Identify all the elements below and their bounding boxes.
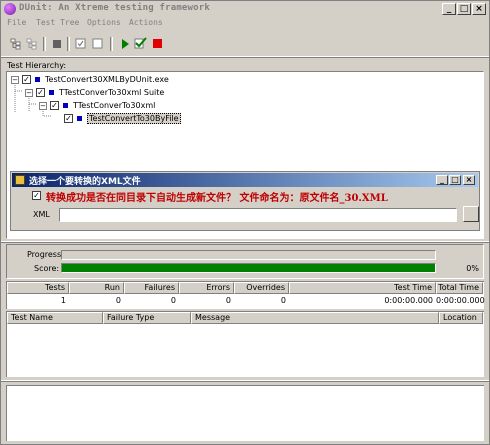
stop-icon[interactable] [151, 37, 164, 50]
stats-value-total-time: 0:00:00.000 [436, 296, 485, 305]
test-node-icon [77, 116, 82, 121]
xml-label: XML [33, 210, 50, 219]
collapse-expander-icon[interactable]: − [39, 101, 47, 110]
tree-node-label: TTestConverTo30xml [73, 101, 156, 110]
score-label: Score: [34, 264, 60, 273]
tree-node-label: TTestConverTo30xml Suite [59, 88, 165, 97]
failure-list[interactable]: Test Name Failure Type Message Location [6, 311, 484, 377]
toolbar-separator [67, 37, 70, 51]
run-icon[interactable] [118, 37, 131, 50]
tree-checkbox[interactable]: ✓ [64, 114, 73, 123]
tree-node-label: TestConvert30XMLByDUnit.exe [45, 75, 169, 84]
progress-label: Progress: [27, 250, 64, 259]
menu-options[interactable]: Options [87, 18, 121, 27]
error-details-panel[interactable] [6, 385, 484, 441]
stats-value-test-time: 0:00:00.000 [384, 296, 433, 305]
stats-header-tests[interactable]: Tests [7, 282, 69, 294]
stats-table: Tests Run Failures Errors Overrides Test… [6, 281, 485, 309]
stats-value-errors: 0 [225, 296, 231, 305]
stats-value-run: 0 [115, 296, 121, 305]
stats-value-overrides: 0 [280, 296, 286, 305]
generate-new-file-checkbox[interactable]: ✓ [32, 191, 41, 200]
test-node-icon [63, 103, 68, 108]
tree-node-class[interactable]: − ✓ TTestConverTo30xml [39, 100, 155, 111]
collapse-expander-icon[interactable]: − [25, 88, 33, 97]
tree-checkbox[interactable]: ✓ [22, 75, 31, 84]
run-selected-icon[interactable] [134, 37, 147, 50]
tree-node-suite[interactable]: − ✓ TTestConverTo30xml Suite [25, 87, 164, 98]
splitter[interactable] [1, 241, 489, 243]
stats-value-failures: 0 [170, 296, 176, 305]
dialog-lock-icon [15, 175, 25, 185]
title-bar[interactable]: DUnit: An Xtreme testing framework _ □ × [1, 1, 489, 17]
toolbar [3, 34, 487, 54]
stats-header-test-time[interactable]: Test Time [289, 282, 436, 294]
collapse-expander-icon[interactable]: − [11, 75, 19, 84]
menu-test-tree[interactable]: Test Tree [36, 18, 79, 27]
stats-header-total-time[interactable]: Total Time [436, 282, 483, 294]
stats-value-tests: 1 [60, 296, 66, 305]
score-percent: 0% [466, 264, 479, 273]
dialog-maximize-button[interactable]: □ [449, 175, 461, 185]
toolbar-separator [110, 37, 113, 51]
stats-header-failures[interactable]: Failures [124, 282, 179, 294]
dialog-close-button[interactable]: × [463, 175, 475, 185]
failure-header-test-name[interactable]: Test Name [7, 312, 103, 324]
tree-checkbox[interactable]: ✓ [50, 101, 59, 110]
minimize-button[interactable]: _ [442, 3, 456, 15]
menu-bar: File Test Tree Options Actions [1, 18, 489, 30]
test-node-icon [35, 77, 40, 82]
dunit-window: DUnit: An Xtreme testing framework _ □ ×… [0, 0, 490, 445]
generate-new-file-label: 转换成功是否在同目录下自动生成新文件？ 文件命名为：原文件名_30.XML [46, 193, 388, 204]
browse-button[interactable] [463, 206, 479, 222]
progress-bar [61, 250, 436, 260]
failure-header-location[interactable]: Location [439, 312, 483, 324]
dunit-app-icon [4, 3, 16, 15]
stop-square-icon[interactable] [50, 37, 63, 50]
stats-header-errors[interactable]: Errors [179, 282, 234, 294]
select-all-icon[interactable] [9, 37, 22, 50]
dialog-minimize-button[interactable]: _ [436, 175, 448, 185]
failure-header-message[interactable]: Message [191, 312, 439, 324]
progress-panel: Progress: Score: 0% [6, 244, 484, 279]
deselect-all-icon[interactable] [25, 37, 38, 50]
score-fill [62, 264, 435, 272]
failure-header-failure-type[interactable]: Failure Type [103, 312, 191, 324]
tree-node-test[interactable]: ✓ TestConvertTo30ByFile [64, 113, 181, 124]
window-title: DUnit: An Xtreme testing framework [19, 3, 211, 13]
tree-checkbox[interactable]: ✓ [36, 88, 45, 97]
test-node-icon [49, 90, 54, 95]
select-xml-dialog: 选择一个要转换的XML文件 _ □ × ✓ 转换成功是否在同目录下自动生成新文件… [10, 171, 480, 231]
menu-file[interactable]: File [7, 18, 26, 27]
score-bar [61, 263, 436, 273]
test-hierarchy-label: Test Hierarchy: [7, 61, 67, 70]
check-box-icon[interactable] [74, 37, 87, 50]
toolbar-divider [1, 56, 489, 58]
maximize-button[interactable]: □ [457, 3, 471, 15]
tree-node-label-selected: TestConvertTo30ByFile [87, 113, 181, 124]
close-button[interactable]: × [472, 3, 486, 15]
tree-node-root[interactable]: − ✓ TestConvert30XMLByDUnit.exe [11, 74, 169, 85]
dialog-title-bar[interactable]: 选择一个要转换的XML文件 _ □ × [12, 173, 478, 187]
stats-header-overrides[interactable]: Overrides [234, 282, 289, 294]
dialog-title: 选择一个要转换的XML文件 [29, 177, 141, 187]
uncheck-box-icon[interactable] [91, 37, 104, 50]
xml-path-input[interactable] [59, 208, 457, 222]
menu-actions[interactable]: Actions [129, 18, 163, 27]
details-splitter[interactable] [1, 380, 489, 382]
toolbar-separator [43, 37, 46, 51]
stats-header-run[interactable]: Run [69, 282, 124, 294]
